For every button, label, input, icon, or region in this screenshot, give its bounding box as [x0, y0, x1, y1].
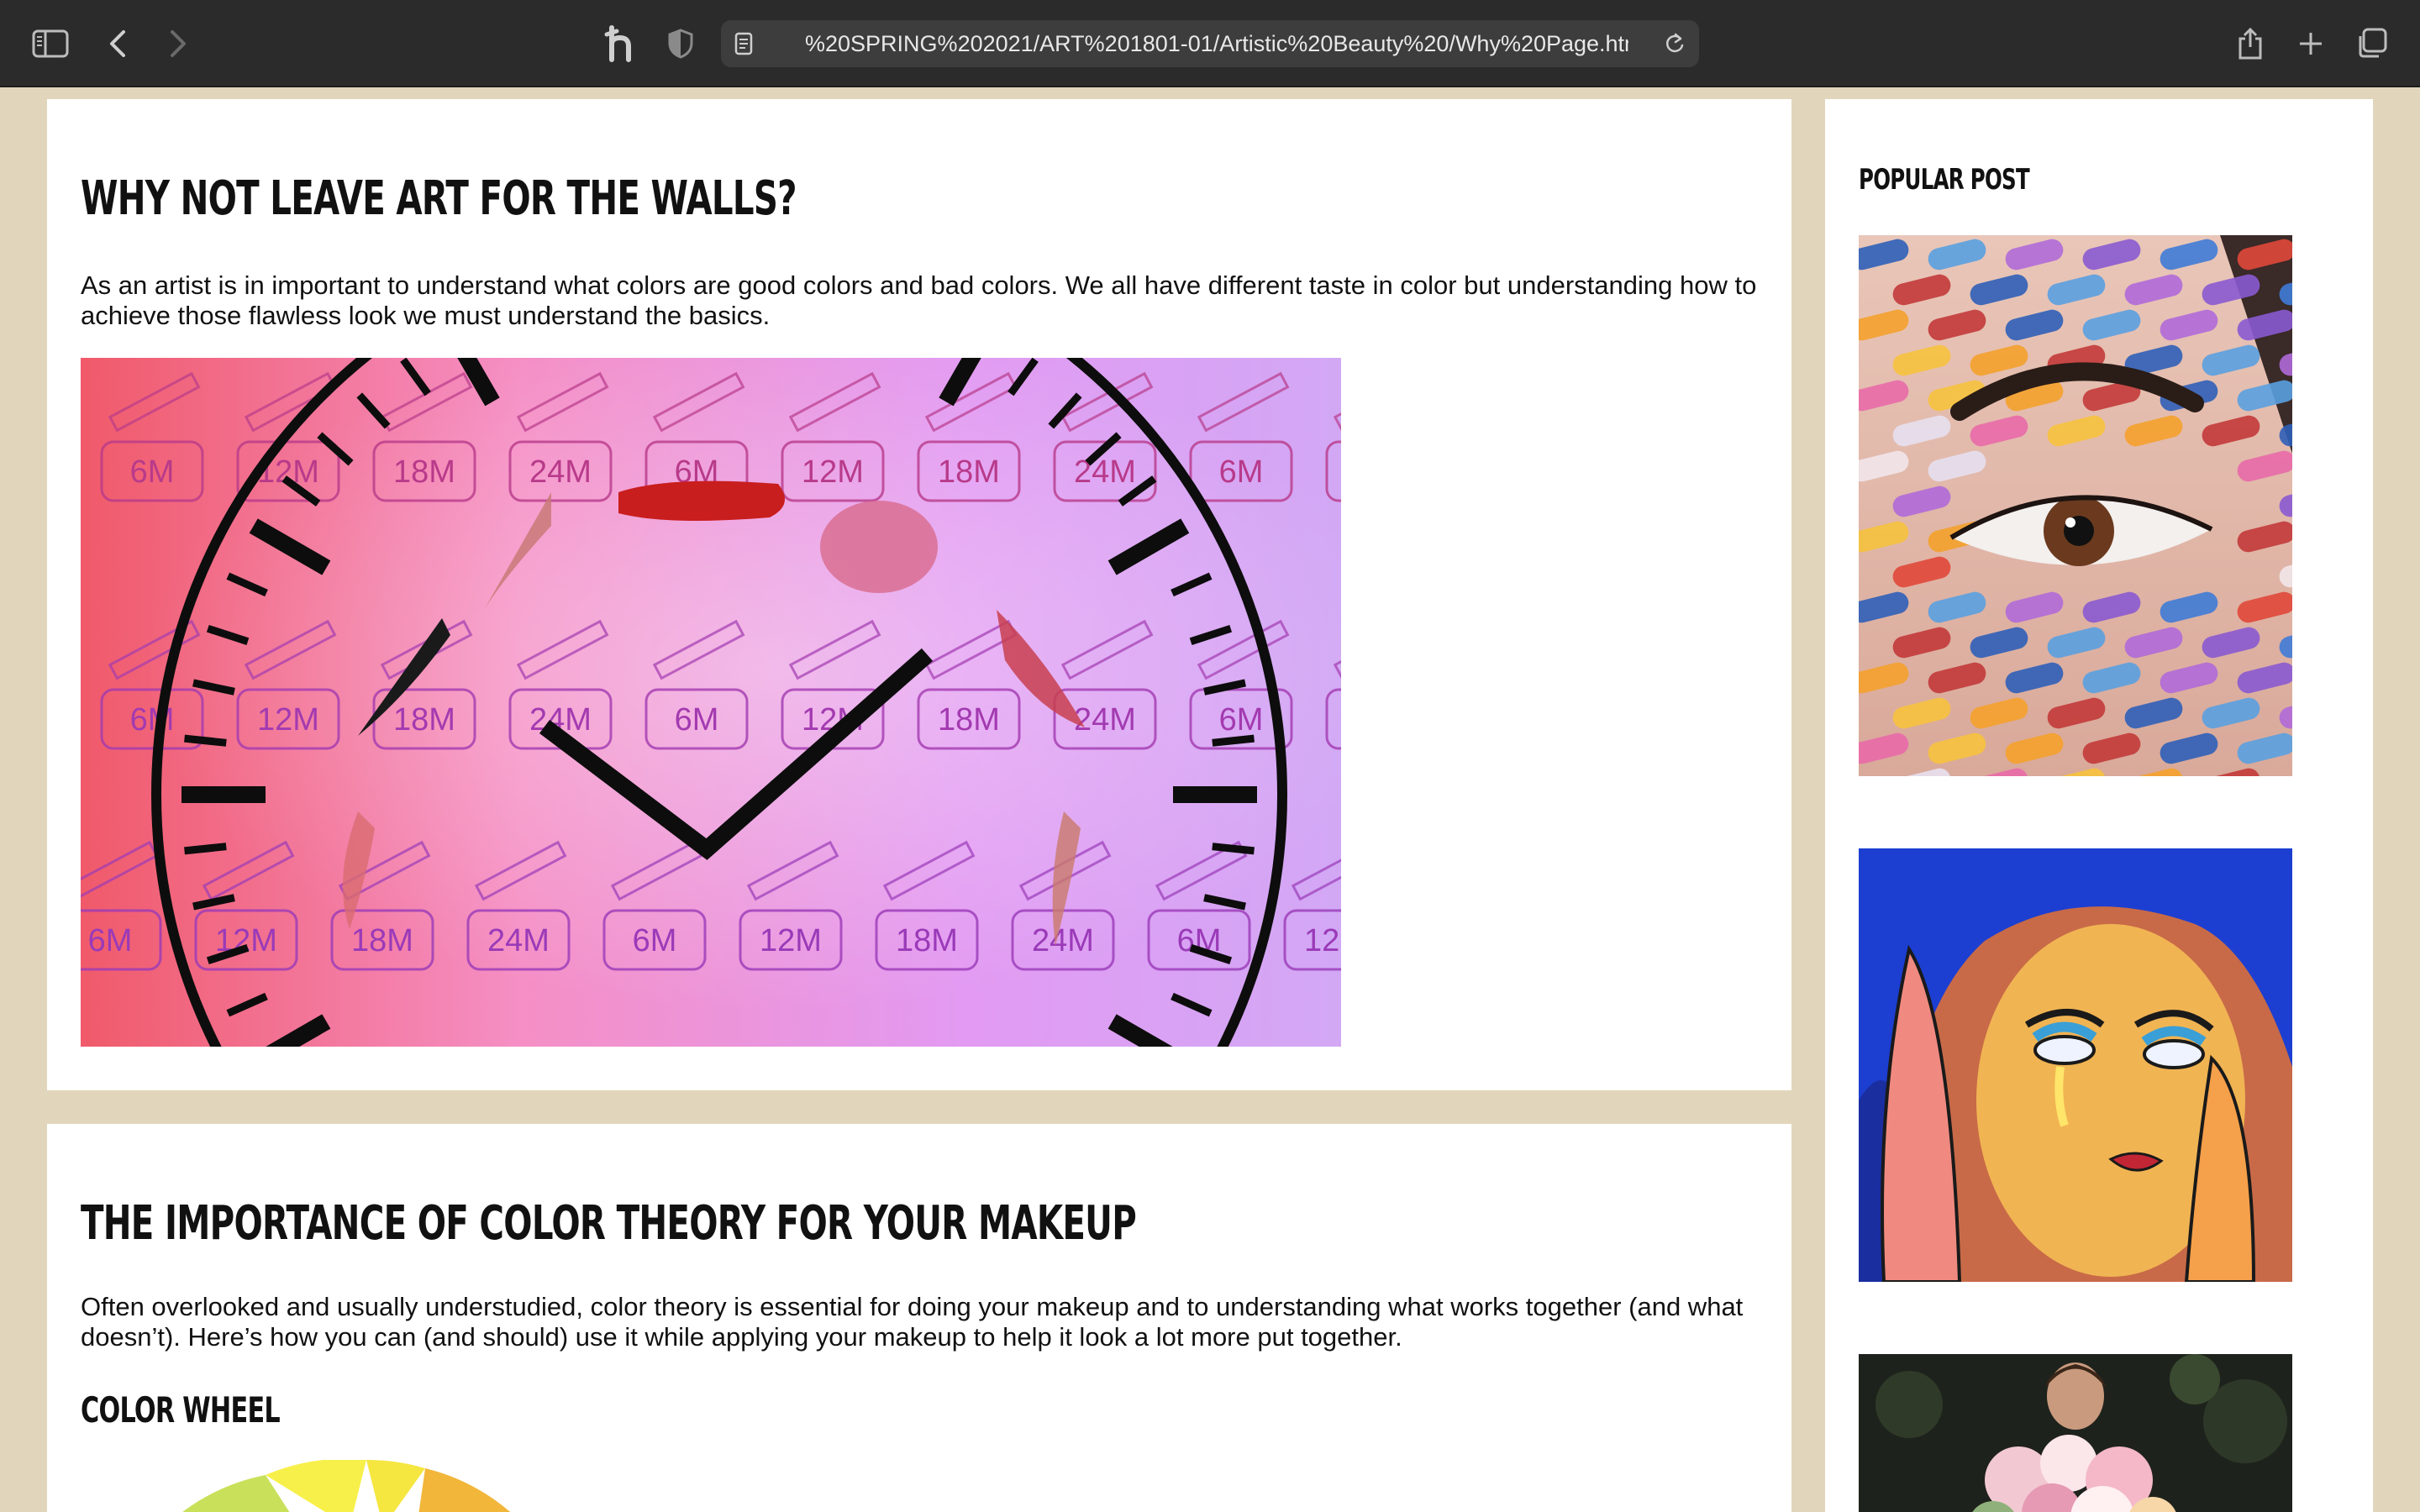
svg-text:6M: 6M — [88, 923, 133, 958]
forward-icon[interactable] — [156, 22, 200, 66]
makeup-shelf-life-clock-image: 6M 12M 18M 24M 6M 12M 18M 24M 6M 12M 6M 12M 18M 24M 6M… — [81, 358, 1341, 1047]
svg-text:18M: 18M — [938, 702, 1000, 738]
article-card-color-theory: The importance of color theory for your … — [47, 1124, 1791, 1512]
svg-text:6M: 6M — [1219, 454, 1264, 490]
svg-text:6M: 6M — [1219, 702, 1264, 738]
popular-post-colorful-eye-image[interactable] — [1859, 235, 2292, 776]
back-icon[interactable] — [96, 22, 139, 66]
svg-text:24M: 24M — [1074, 454, 1136, 490]
article-title: The importance of color theory for your … — [81, 1196, 1137, 1251]
share-icon[interactable] — [2228, 22, 2272, 66]
clock-tick — [1212, 843, 1255, 855]
svg-text:18M: 18M — [938, 454, 1000, 490]
svg-text:18M: 18M — [393, 702, 455, 738]
color-wheel-image — [182, 1460, 511, 1512]
svg-text:24M: 24M — [487, 923, 550, 958]
url-text[interactable]: %20SPRING%202021/ART%201801-01/Artistic%… — [805, 20, 1628, 67]
reload-icon[interactable] — [1664, 32, 1686, 60]
sidebar-title: Popular Post — [1859, 163, 2030, 197]
sidebar-icon[interactable] — [29, 22, 72, 66]
svg-text:6M: 6M — [130, 454, 175, 490]
clock-tick — [184, 843, 227, 855]
svg-text:12M: 12M — [802, 454, 864, 490]
svg-text:24M: 24M — [1074, 702, 1136, 738]
privacy-shield-icon[interactable] — [659, 22, 702, 66]
svg-text:24M: 24M — [529, 454, 592, 490]
svg-text:12M: 12M — [257, 702, 319, 738]
section-subheading: Color Wheel — [81, 1389, 281, 1431]
address-bar[interactable]: %20SPRING%202021/ART%201801-01/Artistic%… — [721, 20, 1699, 67]
svg-text:12M: 12M — [760, 923, 822, 958]
article-body: As an artist is in important to understa… — [81, 270, 1757, 330]
svg-text:6M: 6M — [675, 702, 719, 738]
popular-post-pop-art-makeup-image[interactable] — [1859, 848, 2292, 1282]
popular-post-flower-gown-image[interactable] — [1859, 1354, 2292, 1512]
svg-text:12M: 12M — [1304, 923, 1341, 958]
article-body: Often overlooked and usually understudie… — [81, 1292, 1744, 1352]
svg-text:18M: 18M — [351, 923, 413, 958]
honey-extension-icon[interactable] — [598, 22, 642, 66]
svg-text:6M: 6M — [633, 923, 677, 958]
svg-text:24M: 24M — [1032, 923, 1094, 958]
article-card-why: Why not leave art for the walls? As an a… — [47, 99, 1791, 1090]
article-title: Why not leave art for the walls? — [81, 171, 797, 226]
tab-overview-icon[interactable] — [2349, 22, 2393, 66]
svg-text:18M: 18M — [393, 454, 455, 490]
browser-toolbar: %20SPRING%202021/ART%201801-01/Artistic%… — [0, 0, 2420, 87]
svg-text:18M: 18M — [896, 923, 958, 958]
new-tab-icon[interactable] — [2289, 22, 2333, 66]
page-icon — [734, 32, 753, 60]
clock-tick — [1212, 734, 1255, 747]
sidebar: Popular Post — [1825, 99, 2373, 1512]
clock-tick — [184, 734, 227, 747]
